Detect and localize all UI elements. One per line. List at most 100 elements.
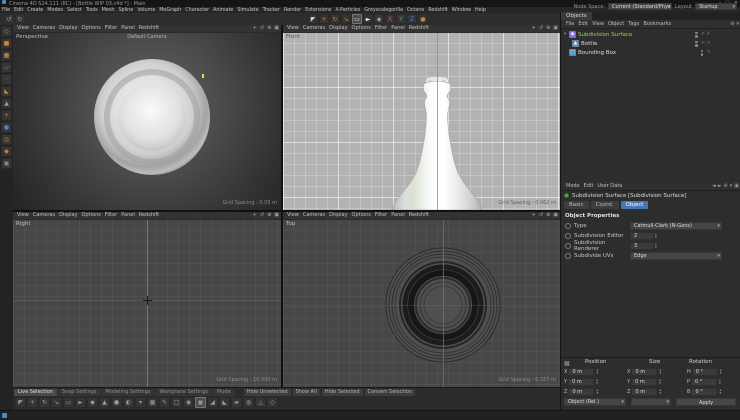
viewport-menu-item[interactable]: Filter xyxy=(373,25,389,31)
subdivide-uvs-dropdown[interactable]: Edge xyxy=(630,252,722,260)
viewport-menu-item[interactable]: Redshift xyxy=(137,25,161,31)
viewport-menu-item[interactable]: Filter xyxy=(373,212,389,218)
dock-tool-icon[interactable]: ► xyxy=(75,397,86,408)
toggle-view-icon[interactable]: ▣ xyxy=(274,25,279,31)
workplane-mode-icon[interactable]: ▱ xyxy=(1,62,12,73)
stepper[interactable]: ▴▾ xyxy=(655,243,657,250)
x-axis-lock-icon[interactable]: X xyxy=(385,14,395,24)
dock-tool-icon[interactable]: ◢ xyxy=(207,397,218,408)
type-dropdown[interactable]: Catmull-Clark (N-Gons) xyxy=(630,222,722,230)
selection-action-button[interactable]: Hide Unselected xyxy=(244,389,291,396)
enabled-check-icon[interactable]: ✓ xyxy=(701,31,706,38)
anim-toggle[interactable] xyxy=(565,253,571,259)
dock-tab[interactable]: Modeling Settings xyxy=(102,389,155,396)
snap-enable-icon[interactable]: ◎ xyxy=(1,134,12,145)
dock-tool-icon[interactable]: + xyxy=(27,397,38,408)
rotation-field[interactable]: 0 ° xyxy=(691,388,717,396)
viewport-menu-item[interactable]: Cameras xyxy=(31,212,57,218)
stepper[interactable]: ▴▾ xyxy=(655,233,657,240)
dock-tab[interactable]: Snap Settings xyxy=(58,389,101,396)
dock-tool-icon[interactable]: ◇ xyxy=(267,397,278,408)
search-icon[interactable]: ⊕ xyxy=(730,21,734,27)
pan-view-icon[interactable]: + xyxy=(532,25,536,31)
coords-mode-dropdown[interactable]: Object (Rel.) xyxy=(564,398,626,406)
selection-action-button[interactable]: Hide Selected xyxy=(322,389,363,396)
viewport-menu-item[interactable]: Display xyxy=(57,212,79,218)
viewport-canvas-top[interactable]: Grid Spacing : 0.187 m xyxy=(283,219,560,387)
viewport-menu-item[interactable]: Panel xyxy=(389,25,407,31)
dock-tool-icon[interactable]: ▰ xyxy=(231,397,242,408)
zoom-view-icon[interactable]: ⊕ xyxy=(267,25,271,31)
objects-menu-item[interactable]: Tags xyxy=(626,21,641,27)
viewport-menu-item[interactable]: View xyxy=(285,212,301,218)
dock-tool-icon[interactable]: △ xyxy=(255,397,266,408)
attributes-tab[interactable]: Basic xyxy=(564,201,589,209)
modeling-axis-icon[interactable]: ◆ xyxy=(374,14,384,24)
viewport-menu-item[interactable]: Options xyxy=(350,25,373,31)
filter-icon[interactable]: ▾ xyxy=(736,21,739,27)
attributes-tab[interactable]: Object xyxy=(621,201,649,209)
tab-objects[interactable]: Objects xyxy=(561,12,592,20)
selection-action-button[interactable]: Convert Selection xyxy=(365,389,415,396)
visibility-dots[interactable] xyxy=(701,50,704,56)
dock-tab[interactable]: Mode xyxy=(213,389,235,396)
viewport-menu-item[interactable]: Redshift xyxy=(407,25,431,31)
viewport-menu-item[interactable]: Redshift xyxy=(407,212,431,218)
viewport-menu-item[interactable]: Display xyxy=(327,25,349,31)
filter-icon[interactable]: ▾ xyxy=(730,183,733,189)
apply-button[interactable]: Apply xyxy=(676,398,736,406)
size-field[interactable]: 0 m xyxy=(631,388,657,396)
quantize-icon[interactable]: ◆ xyxy=(1,146,12,157)
y-axis-lock-icon[interactable]: Y xyxy=(396,14,406,24)
toggle-view-icon[interactable]: ▣ xyxy=(553,212,558,218)
dock-tool-icon[interactable]: ◤ xyxy=(15,397,26,408)
snap-cursor-icon[interactable]: ► xyxy=(363,14,373,24)
z-axis-lock-icon[interactable]: Z xyxy=(407,14,417,24)
anim-toggle[interactable] xyxy=(565,233,571,239)
viewport-menu-item[interactable]: Options xyxy=(350,212,373,218)
dock-tool-icon[interactable]: ◐ xyxy=(123,397,134,408)
zoom-view-icon[interactable]: ⊕ xyxy=(546,25,550,31)
viewport-menu-item[interactable]: Filter xyxy=(103,25,119,31)
node-space-dropdown[interactable]: Current (Standard/Physical) xyxy=(608,3,672,10)
objects-menu-item[interactable]: File xyxy=(564,21,576,27)
object-row-subdivision-surface[interactable]: ▾ ◉ Subdivision Surface ✓ ✓ xyxy=(561,30,740,39)
visibility-dots[interactable] xyxy=(695,41,698,47)
model-mode-icon[interactable]: ■ xyxy=(1,38,12,49)
position-field[interactable]: 0 m xyxy=(568,368,594,376)
generator-check-icon[interactable]: ✓ xyxy=(706,31,711,38)
move-tool-icon[interactable]: + xyxy=(319,14,329,24)
dock-tool-icon[interactable]: □ xyxy=(171,397,182,408)
redo-icon[interactable]: ↻ xyxy=(15,14,25,24)
enable-axis-icon[interactable]: + xyxy=(1,110,12,121)
zoom-view-icon[interactable]: ⊕ xyxy=(267,212,271,218)
viewport-menu-item[interactable]: Cameras xyxy=(301,25,327,31)
viewport-menu-item[interactable]: Options xyxy=(80,212,103,218)
dock-tool-icon[interactable]: ↘ xyxy=(51,397,62,408)
objects-menu-item[interactable]: Bookmarks xyxy=(641,21,673,27)
viewport-canvas-right[interactable]: Grid Spacing : 10.000 m xyxy=(13,219,281,387)
dock-tool-icon[interactable]: ▣ xyxy=(195,397,206,408)
rotation-field[interactable]: 0 ° xyxy=(692,368,718,376)
polygons-mode-icon[interactable]: ▲ xyxy=(1,98,12,109)
disabled-cross-icon[interactable]: × xyxy=(706,40,711,47)
viewport-menu-item[interactable]: Filter xyxy=(103,212,119,218)
visibility-dots[interactable] xyxy=(695,32,698,38)
coordinate-system-icon[interactable]: ● xyxy=(418,14,428,24)
viewport-menu-item[interactable]: Display xyxy=(327,212,349,218)
dock-tool-icon[interactable]: ↻ xyxy=(39,397,50,408)
attributes-menu-item[interactable]: Mode xyxy=(564,183,582,189)
size-field[interactable]: 0 m xyxy=(631,378,657,386)
position-field[interactable]: 0 m xyxy=(568,388,594,396)
rotate-tool-icon[interactable]: ↻ xyxy=(330,14,340,24)
pan-view-icon[interactable]: + xyxy=(253,25,257,31)
objects-menu-item[interactable]: Object xyxy=(606,21,626,27)
viewport-menu-item[interactable]: Redshift xyxy=(137,212,161,218)
toggle-view-icon[interactable]: ▣ xyxy=(274,212,279,218)
dock-tool-icon[interactable]: ▲ xyxy=(99,397,110,408)
dock-tool-icon[interactable]: ◍ xyxy=(243,397,254,408)
objects-menu-item[interactable]: View xyxy=(590,21,606,27)
viewport-menu-item[interactable]: Panel xyxy=(119,25,137,31)
viewport-canvas-perspective[interactable]: Default Camera xyxy=(13,32,281,210)
viewport-menu-item[interactable]: Display xyxy=(57,25,79,31)
